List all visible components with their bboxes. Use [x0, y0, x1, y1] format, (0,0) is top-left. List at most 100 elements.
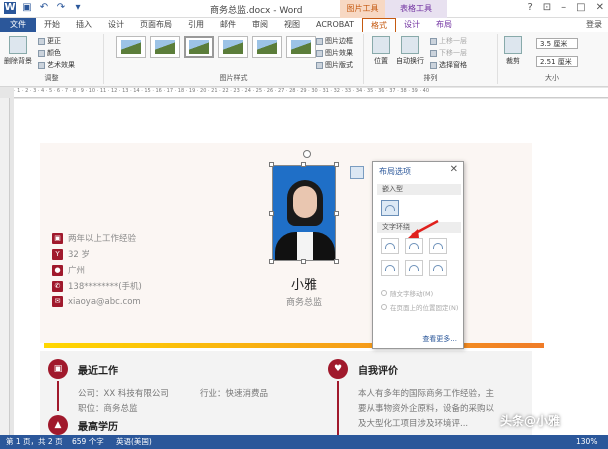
resize-handle[interactable] [301, 259, 306, 264]
resize-handle[interactable] [301, 162, 306, 167]
info-email: ✉ xiaoya@abc.com [52, 296, 141, 307]
language[interactable]: 英语(美国) [116, 435, 152, 449]
selection-icon [430, 61, 437, 69]
remove-background-button[interactable]: 删除背景 [3, 36, 33, 66]
layout-icon [316, 61, 323, 69]
size-label: 大小 [545, 74, 559, 82]
profile-photo[interactable] [272, 165, 336, 261]
timeline-line [337, 381, 339, 435]
style-thumb[interactable] [184, 36, 214, 58]
wrap-icon [401, 36, 419, 54]
height-field[interactable]: 3.5 厘米 [536, 38, 578, 49]
help-icon[interactable]: ? [527, 2, 532, 13]
wrap-text-button[interactable]: 自动换行 [394, 36, 426, 66]
maximize-icon[interactable]: □ [576, 2, 585, 13]
close-icon[interactable]: ✕ [450, 164, 458, 175]
word-icon: W [4, 2, 16, 14]
industry-text: 行业：快速消费品 [200, 389, 269, 399]
info-experience: ▣ 两年以上工作经验 [52, 232, 136, 244]
word-count[interactable]: 659 个字 [72, 435, 104, 449]
layout-options-icon[interactable] [350, 166, 364, 179]
horizontal-ruler[interactable]: · 1 · 2 · 3 · 4 · 5 · 6 · 7 · 8 · 9 · 10… [14, 88, 608, 98]
login-link[interactable]: 登录 [586, 18, 602, 32]
briefcase-icon: ▣ [52, 232, 63, 244]
move-with-text-option[interactable]: 随文字移动(M) [381, 288, 433, 298]
watermark: 头条@小雅 [500, 414, 561, 428]
behind-text-option[interactable] [405, 260, 423, 276]
close-icon[interactable]: ✕ [596, 2, 604, 13]
selection-pane-button[interactable]: 选择窗格 [430, 60, 467, 70]
picture-border-button[interactable]: 图片边框 [316, 36, 353, 46]
style-thumb[interactable] [286, 36, 316, 58]
customize-icon[interactable]: ▾ [72, 2, 84, 14]
tab-design[interactable]: 设计 [100, 18, 132, 32]
style-thumb[interactable] [116, 36, 146, 58]
resize-handle[interactable] [269, 259, 274, 264]
tab-view[interactable]: 视图 [276, 18, 308, 32]
candidate-role: 商务总监 [285, 298, 322, 308]
page-count[interactable]: 第 1 页，共 2 页 [6, 435, 63, 449]
layout-options-panel: 布局选项 ✕ 嵌入型 文字环绕 随文字移动(M) 在页面上的位置固定(N) 查看… [372, 161, 464, 349]
crop-button[interactable]: 裁剪 [502, 36, 524, 66]
resize-handle[interactable] [269, 211, 274, 216]
picture-layout-button[interactable]: 图片版式 [316, 60, 353, 70]
tab-file[interactable]: 文件 [0, 18, 36, 32]
resize-handle[interactable] [334, 162, 339, 167]
tab-mailings[interactable]: 邮件 [212, 18, 244, 32]
tab-insert[interactable]: 插入 [68, 18, 100, 32]
width-field[interactable]: 2.51 厘米 [536, 56, 578, 67]
picture-effects-button[interactable]: 图片效果 [316, 48, 353, 58]
style-thumb[interactable] [150, 36, 180, 58]
tab-table-design[interactable]: 设计 [396, 18, 428, 32]
layout-options-title: 布局选项 [379, 167, 411, 176]
phone-icon: ✆ [52, 280, 63, 292]
adjust-group-label: 调整 [44, 74, 59, 82]
arrange-group: 位置 自动换行 上移一层 下移一层 选择窗格 排列 [364, 34, 498, 84]
vertical-ruler[interactable] [0, 98, 10, 435]
inline-layout-option[interactable] [381, 200, 399, 216]
style-thumb[interactable] [252, 36, 282, 58]
self-eval-line: 本人有多年的国际商务工作经验，主 [358, 389, 495, 399]
ribbon-display-icon[interactable]: ⊡ [543, 2, 551, 13]
tab-table-layout[interactable]: 布局 [428, 18, 460, 32]
send-backward-button[interactable]: 下移一层 [430, 48, 467, 58]
style-thumb[interactable] [218, 36, 248, 58]
picture-style-gallery [116, 36, 316, 58]
position-text: 职位：商务总监 [78, 404, 138, 414]
picture-tools-header: 图片工具 [340, 0, 385, 18]
color-icon [38, 49, 45, 57]
tab-page-layout[interactable]: 页面布局 [132, 18, 180, 32]
corrections-button[interactable]: 更正 [38, 36, 61, 46]
color-button[interactable]: 颜色 [38, 48, 61, 58]
zoom-level[interactable]: 130% [576, 435, 597, 449]
rotate-handle[interactable] [303, 150, 311, 158]
document-page[interactable]: ▣ 两年以上工作经验 Y 32 岁 ● 广州 ✆ 138********(手机) ✉ xi… [14, 99, 608, 435]
resize-handle[interactable] [334, 259, 339, 264]
undo-icon[interactable]: ↶ [38, 2, 50, 14]
tab-review[interactable]: 审阅 [244, 18, 276, 32]
see-more-link[interactable]: 查看更多... [422, 334, 457, 344]
minimize-icon[interactable]: – [561, 2, 566, 13]
table-tools-header: 表格工具 [385, 0, 447, 18]
save-icon[interactable]: ▣ [21, 2, 33, 14]
ribbon: 删除背景 更正 颜色 艺术效果 调整 图片样式 图片边框 图片效果 图片版式 位… [0, 32, 608, 87]
resize-handle[interactable] [334, 211, 339, 216]
remove-background-icon [9, 36, 27, 54]
evaluation-icon: ♥ [328, 359, 348, 379]
square-wrap-option[interactable] [381, 238, 399, 254]
redo-icon[interactable]: ↷ [55, 2, 67, 14]
tab-acrobat[interactable]: ACROBAT [308, 18, 362, 32]
fix-position-option[interactable]: 在页面上的位置固定(N) [381, 302, 458, 312]
bring-forward-button[interactable]: 上移一层 [430, 36, 467, 46]
tab-home[interactable]: 开始 [36, 18, 68, 32]
recent-work-heading: ▣ 最近工作 [48, 359, 118, 379]
artistic-effects-button[interactable]: 艺术效果 [38, 60, 75, 70]
in-front-text-option[interactable] [429, 260, 447, 276]
top-bottom-wrap-option[interactable] [381, 260, 399, 276]
annotation-arrow [408, 219, 439, 238]
tab-format[interactable]: 格式 [362, 18, 396, 32]
position-button[interactable]: 位置 [370, 36, 392, 66]
self-eval-line: 要从事物资外企原料，设备的采购以 [358, 404, 495, 414]
tab-references[interactable]: 引用 [180, 18, 212, 32]
resize-handle[interactable] [269, 162, 274, 167]
